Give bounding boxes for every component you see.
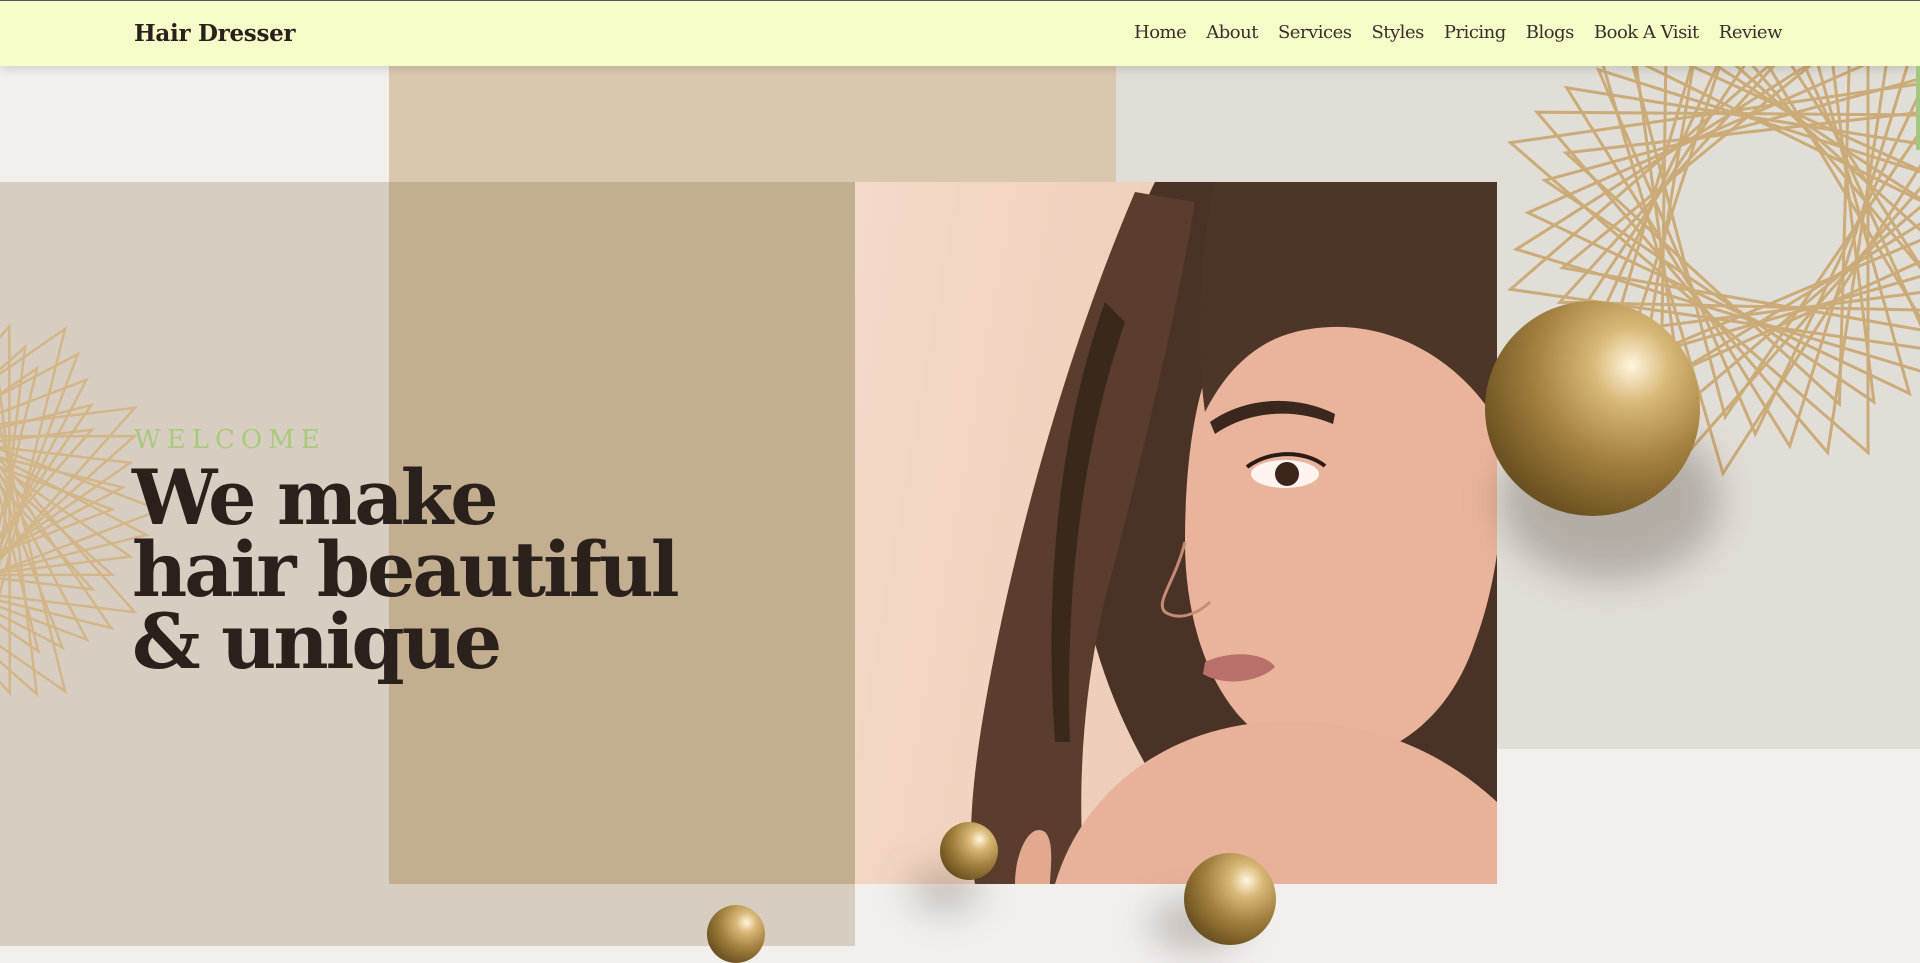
headline-line: hair beautiful bbox=[132, 534, 677, 606]
nav-styles[interactable]: Styles bbox=[1371, 22, 1423, 43]
hero-headline: We make hair beautiful & unique bbox=[132, 462, 677, 678]
main-nav: Home About Services Styles Pricing Blogs… bbox=[1114, 22, 1782, 43]
nav-services[interactable]: Services bbox=[1278, 22, 1351, 43]
scroll-progress-indicator[interactable] bbox=[1916, 66, 1920, 150]
nav-review[interactable]: Review bbox=[1719, 22, 1782, 43]
brand-logo[interactable]: Hair Dresser bbox=[134, 20, 295, 47]
nav-pricing[interactable]: Pricing bbox=[1444, 22, 1506, 43]
large-gold-sphere-icon bbox=[1485, 301, 1700, 516]
background-block bbox=[1497, 749, 1920, 946]
headline-line: & unique bbox=[132, 606, 677, 678]
hero-eyebrow: WELCOME bbox=[134, 425, 326, 455]
headline-line: We make bbox=[132, 462, 677, 534]
nav-about[interactable]: About bbox=[1206, 22, 1258, 43]
small-gold-sphere-icon bbox=[707, 905, 765, 963]
woman-portrait-illustration bbox=[855, 182, 1497, 884]
nav-home[interactable]: Home bbox=[1134, 22, 1186, 43]
small-gold-sphere-icon bbox=[940, 822, 998, 880]
background-block bbox=[389, 66, 1116, 182]
nav-blogs[interactable]: Blogs bbox=[1526, 22, 1574, 43]
medium-gold-sphere-icon bbox=[1184, 853, 1276, 945]
hero-photo bbox=[855, 182, 1497, 884]
nav-book-a-visit[interactable]: Book A Visit bbox=[1594, 22, 1699, 43]
top-navbar: Hair Dresser Home About Services Styles … bbox=[0, 0, 1920, 66]
